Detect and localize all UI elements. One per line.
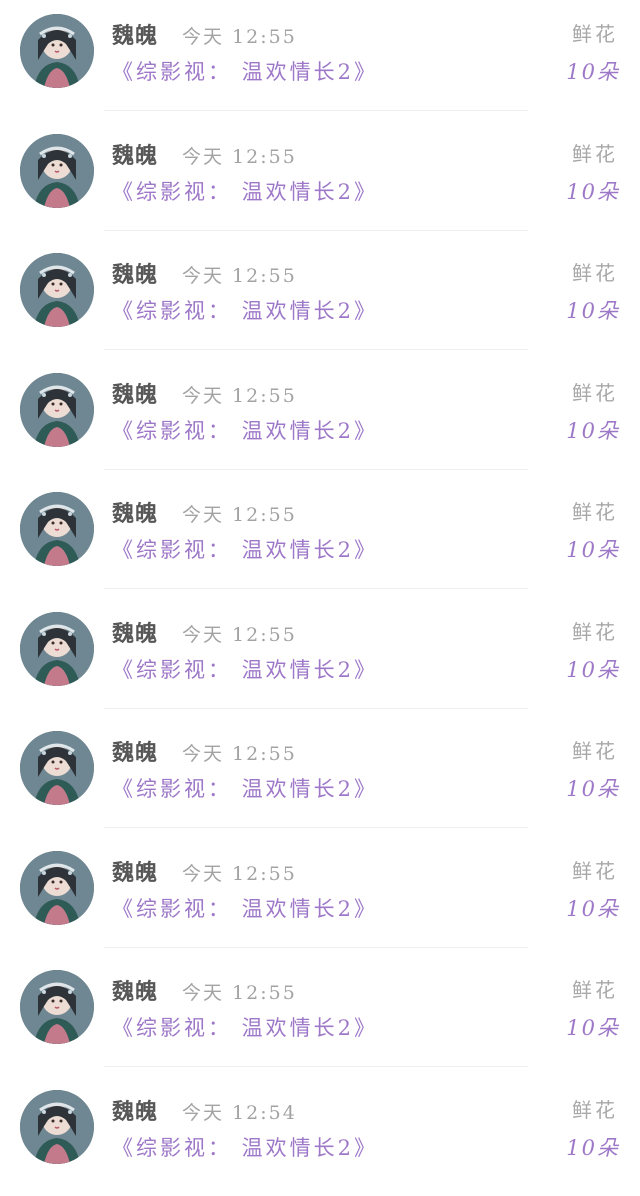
user-name: 魏魄 (112, 740, 159, 766)
gift-record-list: 魏魄 今天 12:55 《综影视： 温欢情长2》 鲜花 10朵 魏魄 今天 12… (0, 0, 640, 1164)
list-item[interactable]: 魏魄 今天 12:55 《综影视： 温欢情长2》 鲜花 10朵 (0, 837, 640, 957)
avatar-portrait-icon (20, 253, 94, 327)
gift-type: 鲜花 (572, 1098, 618, 1122)
timestamp: 今天 12:55 (182, 624, 297, 646)
list-item[interactable]: 魏魄 今天 12:55 《综影视： 温欢情长2》 鲜花 10朵 (0, 717, 640, 837)
avatar-portrait-icon (20, 970, 94, 1044)
avatar[interactable] (20, 612, 94, 686)
gift-type: 鲜花 (572, 142, 618, 166)
gift-type: 鲜花 (572, 261, 618, 285)
avatar[interactable] (20, 373, 94, 447)
novel-title-link[interactable]: 《综影视： 温欢情长2》 (112, 415, 378, 445)
list-item[interactable]: 魏魄 今天 12:55 《综影视： 温欢情长2》 鲜花 10朵 (0, 239, 640, 359)
user-name: 魏魄 (112, 621, 159, 647)
avatar[interactable] (20, 134, 94, 208)
list-item[interactable]: 魏魄 今天 12:55 《综影视： 温欢情长2》 鲜花 10朵 (0, 956, 640, 1076)
avatar-portrait-icon (20, 612, 94, 686)
row-divider (104, 110, 528, 111)
timestamp: 今天 12:55 (182, 982, 297, 1004)
timestamp: 今天 12:55 (182, 265, 297, 287)
list-item[interactable]: 魏魄 今天 12:55 《综影视： 温欢情长2》 鲜花 10朵 (0, 0, 640, 120)
novel-title-link[interactable]: 《综影视： 温欢情长2》 (112, 893, 378, 923)
novel-title-link[interactable]: 《综影视： 温欢情长2》 (112, 295, 378, 325)
avatar-portrait-icon (20, 731, 94, 805)
user-name: 魏魄 (112, 23, 159, 49)
gift-count: 10朵 (566, 180, 620, 204)
user-name: 魏魄 (112, 979, 159, 1005)
gift-type: 鲜花 (572, 859, 618, 883)
timestamp: 今天 12:55 (182, 146, 297, 168)
avatar-portrait-icon (20, 134, 94, 208)
gift-type: 鲜花 (572, 22, 618, 46)
avatar-portrait-icon (20, 492, 94, 566)
timestamp: 今天 12:55 (182, 26, 297, 48)
avatar-portrait-icon (20, 14, 94, 88)
timestamp: 今天 12:54 (182, 1102, 297, 1124)
gift-count: 10朵 (566, 1016, 620, 1040)
novel-title-link[interactable]: 《综影视： 温欢情长2》 (112, 176, 378, 206)
avatar[interactable] (20, 731, 94, 805)
avatar[interactable] (20, 492, 94, 566)
novel-title-link[interactable]: 《综影视： 温欢情长2》 (112, 773, 378, 803)
gift-count: 10朵 (566, 60, 620, 84)
timestamp: 今天 12:55 (182, 504, 297, 526)
user-name: 魏魄 (112, 143, 159, 169)
novel-title-link[interactable]: 《综影视： 温欢情长2》 (112, 654, 378, 684)
avatar[interactable] (20, 970, 94, 1044)
timestamp: 今天 12:55 (182, 743, 297, 765)
avatar-portrait-icon (20, 373, 94, 447)
row-divider (104, 1066, 528, 1067)
user-name: 魏魄 (112, 1099, 159, 1125)
list-item[interactable]: 魏魄 今天 12:55 《综影视： 温欢情长2》 鲜花 10朵 (0, 598, 640, 718)
avatar-portrait-icon (20, 851, 94, 925)
novel-title-link[interactable]: 《综影视： 温欢情长2》 (112, 534, 378, 564)
gift-count: 10朵 (566, 1136, 620, 1160)
timestamp: 今天 12:55 (182, 385, 297, 407)
gift-type: 鲜花 (572, 978, 618, 1002)
row-divider (104, 469, 528, 470)
gift-type: 鲜花 (572, 739, 618, 763)
gift-count: 10朵 (566, 777, 620, 801)
gift-count: 10朵 (566, 897, 620, 921)
gift-count: 10朵 (566, 419, 620, 443)
row-divider (104, 827, 528, 828)
user-name: 魏魄 (112, 262, 159, 288)
timestamp: 今天 12:55 (182, 863, 297, 885)
user-name: 魏魄 (112, 501, 159, 527)
row-divider (104, 708, 528, 709)
novel-title-link[interactable]: 《综影视： 温欢情长2》 (112, 56, 378, 86)
row-divider (104, 588, 528, 589)
list-item[interactable]: 魏魄 今天 12:55 《综影视： 温欢情长2》 鲜花 10朵 (0, 120, 640, 240)
gift-count: 10朵 (566, 538, 620, 562)
row-divider (104, 947, 528, 948)
user-name: 魏魄 (112, 382, 159, 408)
novel-title-link[interactable]: 《综影视： 温欢情长2》 (112, 1132, 378, 1162)
gift-count: 10朵 (566, 658, 620, 682)
list-item[interactable]: 魏魄 今天 12:55 《综影视： 温欢情长2》 鲜花 10朵 (0, 478, 640, 598)
avatar[interactable] (20, 14, 94, 88)
avatar[interactable] (20, 1090, 94, 1164)
gift-type: 鲜花 (572, 381, 618, 405)
gift-type: 鲜花 (572, 620, 618, 644)
avatar-portrait-icon (20, 1090, 94, 1164)
avatar[interactable] (20, 851, 94, 925)
list-item[interactable]: 魏魄 今天 12:54 《综影视： 温欢情长2》 鲜花 10朵 (0, 1076, 640, 1196)
list-item[interactable]: 魏魄 今天 12:55 《综影视： 温欢情长2》 鲜花 10朵 (0, 359, 640, 479)
gift-type: 鲜花 (572, 500, 618, 524)
avatar[interactable] (20, 253, 94, 327)
row-divider (104, 349, 528, 350)
gift-count: 10朵 (566, 299, 620, 323)
row-divider (104, 230, 528, 231)
novel-title-link[interactable]: 《综影视： 温欢情长2》 (112, 1012, 378, 1042)
user-name: 魏魄 (112, 860, 159, 886)
